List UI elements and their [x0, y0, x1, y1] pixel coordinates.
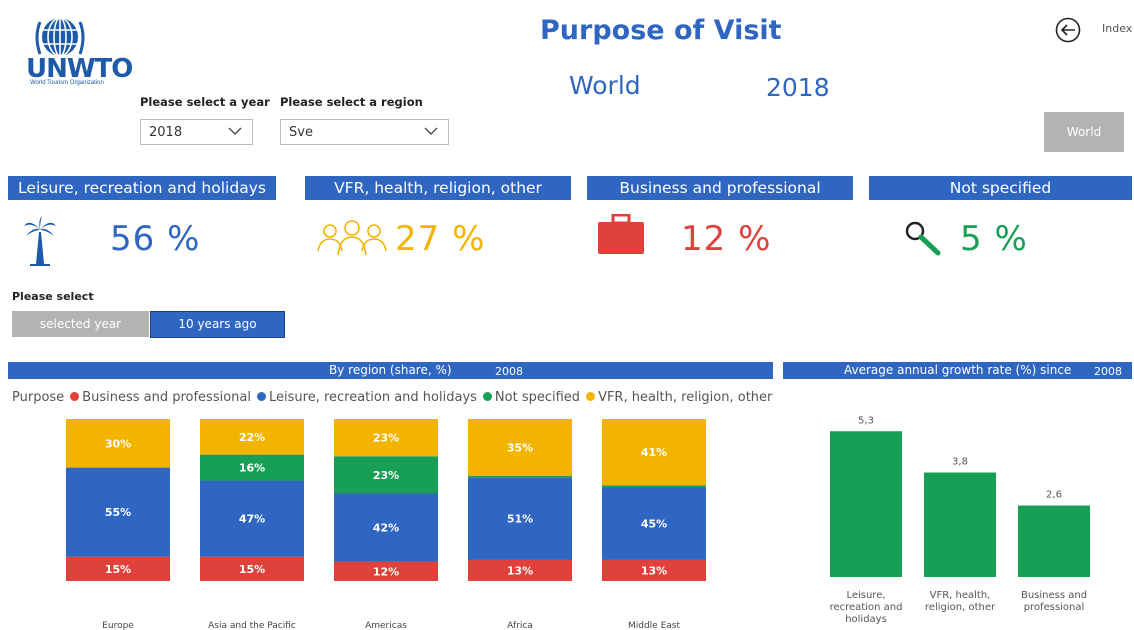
bar-segment[interactable]: [468, 475, 572, 478]
legend-title: Purpose: [12, 390, 65, 405]
legend-dot-vfr: [586, 392, 596, 401]
region-select-value: Sve: [289, 125, 313, 140]
legend-label-not-specified: Not specified: [494, 390, 581, 405]
data-label: 41%: [641, 446, 667, 459]
legend-dot-not-specified: [482, 392, 492, 401]
page-title: Purpose of Visit: [540, 15, 782, 46]
data-label: 30%: [105, 437, 131, 450]
category-label: Asia and the Pacific: [208, 621, 296, 630]
growth-panel-year: 2008: [1094, 365, 1122, 378]
data-label: 42%: [373, 522, 399, 535]
data-label: 23%: [373, 432, 399, 445]
world-button[interactable]: World: [1044, 112, 1124, 152]
legend-dot-leisure: [257, 392, 266, 401]
data-label: 51%: [507, 513, 533, 526]
legend-label-business: Business and professional: [82, 390, 251, 405]
growth-value-label: 3,8: [952, 457, 968, 468]
growth-bar[interactable]: [1018, 505, 1090, 578]
leisure-share-value: 56 %: [110, 219, 201, 259]
growth-panel-header: Average annual growth rate (%) since 200…: [783, 362, 1132, 379]
category-label: Europe: [102, 621, 134, 630]
business-share-value: 12 %: [681, 219, 772, 259]
data-label: 35%: [507, 441, 533, 454]
data-label: 47%: [239, 513, 265, 526]
back-button[interactable]: [1055, 17, 1081, 43]
region-select[interactable]: Sve: [280, 119, 449, 145]
data-label: 45%: [641, 517, 667, 530]
not-specified-share-value: 5 %: [960, 219, 1028, 259]
data-label: 23%: [373, 469, 399, 482]
data-label: 16%: [239, 462, 265, 475]
legend-label-vfr: VFR, health, religion, other: [598, 390, 773, 405]
vfr-share-value: 27 %: [395, 219, 486, 259]
region-panel-header: By region (share, %) 2008: [8, 362, 773, 379]
category-header-leisure: Leisure, recreation and holidays: [8, 176, 276, 200]
region-display: World: [569, 71, 641, 100]
people-group-icon: [316, 219, 388, 259]
year-display: 2018: [766, 73, 830, 102]
region-select-label: Please select a region: [280, 95, 423, 109]
data-label: 22%: [239, 431, 265, 444]
legend-label-leisure: Leisure, recreation and holidays: [269, 390, 477, 405]
bar-segment[interactable]: [602, 485, 706, 488]
growth-bar-chart: 5,3 Leisure, recreation and holidays 3,8 VFR,…: [830, 415, 1090, 625]
growth-panel-title: Average annual growth rate (%) since: [844, 363, 1072, 377]
category-header-business: Business and professional: [587, 176, 853, 200]
category-header-not-specified: Not specified: [869, 176, 1132, 200]
magnifier-icon: [904, 220, 942, 256]
index-link[interactable]: Index: [1102, 22, 1132, 35]
selected-year-button[interactable]: selected year: [12, 311, 149, 337]
category-label: Africa: [507, 621, 533, 630]
category-label: Middle East: [628, 621, 680, 630]
year-select[interactable]: 2018: [140, 119, 253, 145]
category-header-vfr: VFR, health, religion, other: [305, 176, 571, 200]
legend-dot-business: [70, 392, 80, 401]
ten-years-ago-button[interactable]: 10 years ago: [150, 311, 285, 338]
region-stacked-bar-chart: 15% 55% 30% Europe 15% 47% 16% 22% Asia and the …: [66, 419, 706, 630]
data-label: 15%: [105, 563, 131, 576]
data-label: 55%: [105, 506, 131, 519]
data-label: 15%: [239, 563, 265, 576]
category-label: Americas: [365, 621, 407, 630]
globe-icon: [35, 17, 85, 57]
unwto-logo: UNWTO World Tourism Organization: [10, 12, 133, 86]
legend-item[interactable]: Leisure, recreation and holidays: [251, 390, 477, 405]
category-label: Business and professional: [1021, 590, 1087, 613]
arrow-left-circle-icon: [1055, 17, 1081, 43]
chevron-down-icon: [424, 127, 438, 135]
briefcase-icon: [598, 213, 644, 254]
chevron-down-icon: [228, 127, 242, 135]
region-panel-title: By region (share, %): [329, 363, 452, 377]
chart-legend: Purpose Business and professional Leisure,…: [12, 390, 772, 405]
legend-item[interactable]: VFR, health, religion, other: [580, 390, 772, 405]
toggle-label: Please select: [12, 290, 94, 303]
logo-subtitle: World Tourism Organization: [30, 80, 104, 86]
data-label: 13%: [641, 564, 667, 577]
growth-bar[interactable]: [830, 431, 902, 577]
category-label: Leisure, recreation and holidays: [830, 590, 903, 625]
growth-value-label: 2,6: [1046, 490, 1062, 501]
year-select-label: Please select a year: [140, 95, 270, 109]
data-label: 13%: [507, 564, 533, 577]
legend-item[interactable]: Not specified: [477, 390, 580, 405]
legend-item[interactable]: Business and professional: [64, 390, 251, 405]
growth-value-label: 5,3: [858, 415, 874, 426]
data-label: 12%: [373, 565, 399, 578]
category-label: VFR, health, religion, other: [925, 590, 996, 613]
year-select-value: 2018: [149, 125, 183, 140]
palm-tree-icon: [22, 214, 58, 266]
growth-bar[interactable]: [924, 472, 996, 578]
region-panel-year: 2008: [495, 365, 523, 378]
